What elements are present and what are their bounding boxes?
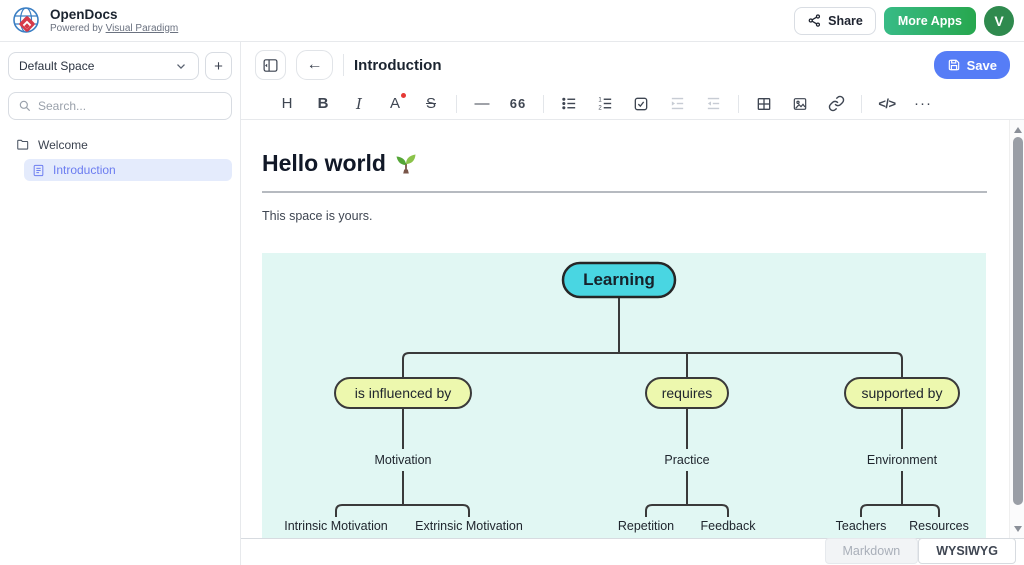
mindmap-diagram[interactable]: Learning is influenced by requires suppo… [262,253,986,538]
document-paragraph: This space is yours. [262,209,987,223]
more-tools-button[interactable]: ··· [905,90,941,118]
image-button[interactable] [782,90,818,118]
scrollbar-thumb[interactable] [1013,137,1023,505]
bold-button[interactable]: B [305,90,341,118]
page-tree: Welcome Introduction [8,134,232,181]
add-page-button[interactable]: + [205,52,232,80]
scrollbar-down-arrow[interactable] [1010,521,1024,536]
numbered-list-button[interactable]: 1 2 [587,90,623,118]
svg-text:Motivation: Motivation [375,453,432,467]
color-dot [401,93,406,98]
document-content[interactable]: Hello world This space is yours. [241,120,1009,538]
toolbar-divider [456,95,457,113]
tree-item-label: Welcome [38,138,88,152]
opendocs-app: OpenDocs Powered by Visual Paradigm Shar… [0,0,1024,565]
mindmap-root-node: Learning [563,263,675,297]
svg-text:supported by: supported by [862,385,943,401]
toolbar-divider [861,95,862,113]
svg-text:2: 2 [598,106,602,112]
back-button[interactable]: ← [296,50,333,80]
opendocs-logo-icon [10,5,42,37]
save-button[interactable]: Save [934,51,1010,79]
editor-scrollbar [1009,120,1024,538]
document-heading: Hello world [262,150,987,177]
sidebar: Default Space + [0,42,241,565]
seedling-icon [394,152,418,176]
tree-item-label: Introduction [53,163,116,177]
visual-paradigm-link[interactable]: Visual Paradigm [106,23,179,34]
link-button[interactable] [818,90,854,118]
task-list-button[interactable] [623,90,659,118]
toolbar-divider [543,95,544,113]
svg-text:Environment: Environment [867,453,938,467]
editor-footer: Markdown WYSIWYG [241,538,1024,565]
page-title: Introduction [354,57,924,74]
svg-text:Repetition: Repetition [618,519,674,533]
powered-by: Powered by Visual Paradigm [50,23,178,34]
tree-item-introduction[interactable]: Introduction [24,159,232,181]
svg-text:Practice: Practice [664,453,709,467]
font-color-button[interactable]: A [377,90,413,118]
mindmap-leaf-labels: Intrinsic Motivation Extrinsic Motivatio… [284,519,969,533]
top-header: OpenDocs Powered by Visual Paradigm Shar… [0,0,1024,42]
chevron-down-icon [174,59,188,73]
svg-text:1: 1 [598,97,602,103]
scrollbar-up-arrow[interactable] [1010,122,1024,137]
formatting-toolbar: H B I A S — 66 1 2 [241,88,1024,120]
svg-text:requires: requires [662,385,713,401]
brand: OpenDocs Powered by Visual Paradigm [10,5,178,37]
horizontal-rule-button[interactable]: — [464,90,500,118]
tab-wysiwyg[interactable]: WYSIWYG [918,538,1016,564]
share-icon [807,13,822,28]
editor-pane: ← Introduction Save H B [241,42,1024,565]
user-avatar[interactable]: V [984,6,1014,36]
svg-text:Intrinsic Motivation: Intrinsic Motivation [284,519,388,533]
document-header: ← Introduction Save [241,42,1024,88]
document-icon [32,164,45,177]
tree-item-welcome[interactable]: Welcome [8,134,232,156]
header-divider [343,54,344,76]
heading-rule [262,191,987,193]
search-icon [18,99,32,113]
italic-button[interactable]: I [341,90,377,118]
folder-icon [16,138,30,152]
strikethrough-button[interactable]: S [413,90,449,118]
table-button[interactable] [746,90,782,118]
bullet-list-button[interactable] [551,90,587,118]
indent-button[interactable] [659,90,695,118]
svg-text:Teachers: Teachers [836,519,887,533]
svg-text:is influenced by: is influenced by [355,385,452,401]
save-icon [947,58,961,72]
svg-text:Resources: Resources [909,519,969,533]
toolbar-divider [738,95,739,113]
outdent-button[interactable] [695,90,731,118]
search-box [8,92,232,120]
toggle-sidebar-button[interactable] [255,50,286,80]
more-apps-button[interactable]: More Apps [884,7,976,35]
code-button[interactable]: </> [869,90,905,118]
heading-button[interactable]: H [269,90,305,118]
space-selector-label: Default Space [19,59,174,73]
app-name: OpenDocs [50,7,178,23]
svg-text:Learning: Learning [583,270,655,289]
svg-text:Extrinsic Motivation: Extrinsic Motivation [415,519,523,533]
svg-text:Feedback: Feedback [701,519,757,533]
share-button[interactable]: Share [794,7,876,35]
search-input[interactable] [38,99,222,113]
blockquote-button[interactable]: 66 [500,90,536,118]
tab-markdown[interactable]: Markdown [825,538,919,564]
space-selector[interactable]: Default Space [8,52,199,80]
